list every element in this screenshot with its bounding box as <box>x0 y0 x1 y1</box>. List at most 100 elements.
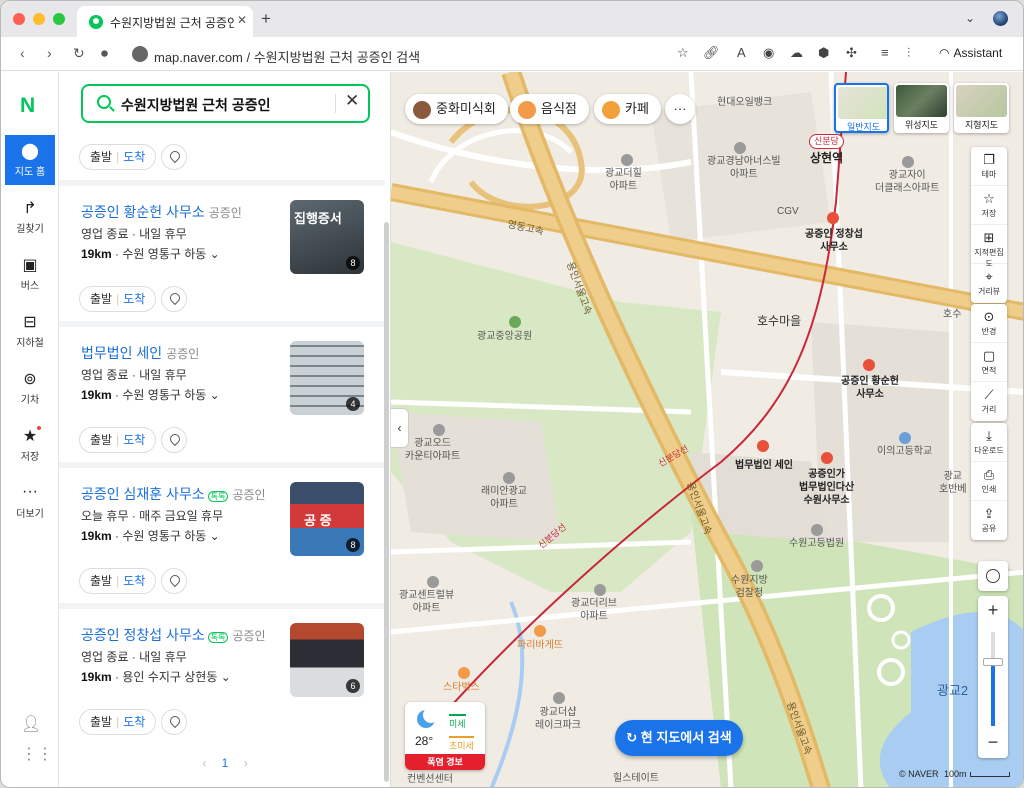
location-pin-icon[interactable] <box>161 286 187 312</box>
map-label[interactable]: 호수 <box>943 308 961 321</box>
place-name[interactable]: 공증인 심재훈 사무소 톡톡 공증인 <box>81 484 266 504</box>
password-manager-icon[interactable]: ◉ <box>763 45 774 61</box>
location-pin-icon[interactable] <box>161 144 187 170</box>
next-page-icon[interactable]: › <box>244 756 248 770</box>
map-label[interactable]: 수원고등법원 <box>789 537 844 550</box>
assistant-button[interactable]: ◠ Assistant <box>939 46 1002 60</box>
rail-item-saved[interactable]: ★ 저장 <box>5 420 55 470</box>
url-field[interactable]: map.naver.com / 수원지방법원 근처 공증인 검색 <box>124 41 668 67</box>
place-name[interactable]: 공증인 정창섭 사무소 톡톡 공증인 <box>81 625 266 645</box>
apartment-poi-icon[interactable] <box>503 472 515 484</box>
browser-tab[interactable]: 수원지방법원 근처 공증인 검색 - ✕ <box>77 6 253 37</box>
location-pin-icon[interactable] <box>161 427 187 453</box>
chip-cafe[interactable]: 카페 <box>594 94 661 124</box>
arrive-label[interactable]: 도착 <box>123 292 145 306</box>
map-label[interactable]: 광교2 <box>937 684 968 697</box>
cloud-icon[interactable]: ☁ <box>790 45 803 61</box>
chip-more[interactable]: ··· <box>665 94 695 124</box>
map-canvas[interactable]: 중화미식회 음식점 카페 ··· 일반지도 위성지도 지형지도 ❐ 테마 ☆ 저장 … <box>391 72 1023 787</box>
map-label[interactable]: 광교더힐 아파트 <box>605 167 642 193</box>
park-poi-icon[interactable] <box>509 316 521 328</box>
new-tab-icon[interactable]: + <box>261 9 271 29</box>
depart-arrive-pill[interactable]: 출발 | 도착 <box>79 144 157 170</box>
arrive-label[interactable]: 도착 <box>123 433 145 447</box>
search-this-area-button[interactable]: ↻ 현 지도에서 검색 <box>615 720 743 756</box>
apartment-poi-icon[interactable] <box>734 142 746 154</box>
list-item[interactable]: 공증인 정창섭 사무소 톡톡 공증인 영업 종료 · 내일 휴무 19km · 용인… <box>59 609 385 744</box>
close-window-button[interactable] <box>13 13 25 25</box>
map-type-terrain[interactable]: 지형지도 <box>954 83 1009 133</box>
rail-item-subway[interactable]: ⊟ 지하철 <box>5 306 55 356</box>
zoom-in-button[interactable]: + <box>978 600 1008 621</box>
map-type-satellite[interactable]: 위성지도 <box>894 83 949 133</box>
map-label[interactable]: CGV <box>777 205 799 218</box>
place-photo[interactable]: 집행증서 8 <box>290 200 364 274</box>
station-label[interactable]: 상현역 <box>810 152 843 165</box>
office-marker-icon[interactable] <box>821 452 833 464</box>
naver-logo[interactable]: N <box>20 94 35 118</box>
weather-widget[interactable]: 28° 미세 초미세 폭염 경보 <box>405 702 485 770</box>
map-label[interactable]: 스타벅스 <box>443 681 480 694</box>
list-item[interactable]: 법무법인 세인 공증인 영업 종료 · 내일 휴무 19km · 수원 영통구 하… <box>59 327 385 462</box>
extension-shield-icon[interactable]: ⬢ <box>818 45 829 61</box>
map-label[interactable]: 광교경남아너스빌 아파트 <box>707 155 781 181</box>
audio-wave-icon[interactable]: ⫶ <box>907 45 910 61</box>
map-label-office[interactable]: 공증인 정창섭 사무소 <box>805 228 863 254</box>
map-label[interactable]: 광교중앙공원 <box>477 330 532 343</box>
apartment-poi-icon[interactable] <box>433 424 445 436</box>
place-name[interactable]: 법무법인 세인 공증인 <box>81 343 199 363</box>
apartment-poi-icon[interactable] <box>621 154 633 166</box>
rail-item-bus[interactable]: ▣ 버스 <box>5 249 55 299</box>
rail-item-train[interactable]: ⊚ 기차 <box>5 363 55 413</box>
clear-search-icon[interactable]: ✕ <box>345 91 359 111</box>
map-label-office[interactable]: 공증인 황순헌 사무소 <box>841 375 899 401</box>
depart-label[interactable]: 출발 <box>90 292 112 306</box>
microphone-icon[interactable]: ⏺ <box>101 45 108 62</box>
zoom-slider-handle[interactable] <box>983 658 1003 666</box>
map-label-office[interactable]: 공증인가 법무법인다산 수원사무소 <box>799 468 854 507</box>
zoom-out-button[interactable]: − <box>978 732 1008 753</box>
profile-globe-icon[interactable] <box>993 11 1008 26</box>
office-marker-icon[interactable] <box>863 359 875 371</box>
location-pin-icon[interactable] <box>161 568 187 594</box>
apartment-poi-icon[interactable] <box>427 576 439 588</box>
depart-arrive-pill[interactable]: 출발 | 도착 <box>79 709 157 735</box>
maximize-window-button[interactable] <box>53 13 65 25</box>
depart-label[interactable]: 출발 <box>90 715 112 729</box>
place-name[interactable]: 공증인 황순헌 사무소 공증인 <box>81 202 242 222</box>
map-label[interactable]: 래미안광교 아파트 <box>481 485 527 511</box>
extensions-puzzle-icon[interactable]: ✣ <box>846 45 857 61</box>
map-label[interactable]: 광교센트럴뷰 아파트 <box>399 589 454 615</box>
back-icon[interactable]: ‹ <box>20 45 25 61</box>
depart-arrive-pill[interactable]: 출발 | 도착 <box>79 568 157 594</box>
tool-share[interactable]: ⇪ 공유 <box>971 501 1007 540</box>
reload-icon[interactable]: ↻ <box>73 45 85 62</box>
tool-download[interactable]: ⤓ 다운로드 <box>971 423 1007 462</box>
map-label-office[interactable]: 법무법인 세인 <box>735 459 793 472</box>
depart-label[interactable]: 출발 <box>90 574 112 588</box>
bookmark-star-icon[interactable]: ☆ <box>677 45 689 61</box>
office-marker-icon[interactable] <box>827 212 839 224</box>
map-label[interactable]: 수원지방 검찰청 <box>731 574 768 600</box>
place-photo[interactable]: 공 증 8 <box>290 482 364 556</box>
location-pin-icon[interactable] <box>161 709 187 735</box>
tool-streetview[interactable]: ⌖ 거리뷰 <box>971 264 1007 303</box>
apartment-poi-icon[interactable] <box>553 692 565 704</box>
map-label[interactable]: 광교자이 더클래스아파트 <box>875 169 939 195</box>
place-photo[interactable]: 6 <box>290 623 364 697</box>
map-label[interactable]: 광교 호반베 <box>939 470 967 496</box>
depart-label[interactable]: 출발 <box>90 433 112 447</box>
tool-area[interactable]: ▢ 면적 <box>971 343 1007 382</box>
rail-item-more[interactable]: ··· 더보기 <box>5 477 55 527</box>
tool-distance[interactable]: ⟋ 거리 <box>971 382 1007 421</box>
tool-radius[interactable]: ⊙ 반경 <box>971 304 1007 343</box>
distance-address[interactable]: 19km · 수원 영통구 하동 ⌄ <box>81 386 220 403</box>
map-label[interactable]: 현대오일뱅크 <box>717 96 772 109</box>
arrive-label[interactable]: 도착 <box>123 715 145 729</box>
site-info-icon[interactable] <box>132 46 148 62</box>
place-photo[interactable]: 4 <box>290 341 364 415</box>
map-label[interactable]: 호수마을 <box>757 315 801 328</box>
my-location-button[interactable] <box>978 561 1008 591</box>
bakery-poi-icon[interactable] <box>534 625 546 637</box>
office-marker-icon[interactable] <box>757 440 769 452</box>
